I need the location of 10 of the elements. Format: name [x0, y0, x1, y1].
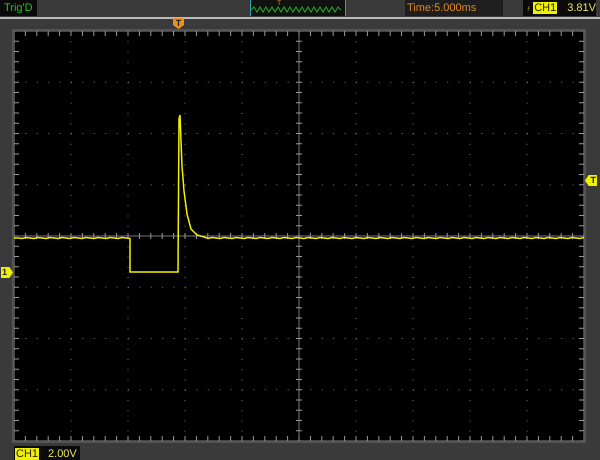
trigger-source: CH1 — [533, 2, 558, 14]
overview-wave-icon — [251, 6, 343, 14]
timebase-readout: Time:5.000ms — [405, 0, 503, 16]
channel-label: CH1 — [15, 448, 40, 460]
trigger-level-readout: 3.81V — [567, 2, 596, 14]
channel-scale: 2.00V — [48, 448, 77, 460]
trigger-position-marker[interactable]: T — [173, 18, 184, 29]
trigger-level-marker[interactable]: T — [585, 175, 597, 186]
channel-marker[interactable]: 1 — [1, 267, 13, 278]
trigger-status: Trig'D — [0, 0, 37, 16]
